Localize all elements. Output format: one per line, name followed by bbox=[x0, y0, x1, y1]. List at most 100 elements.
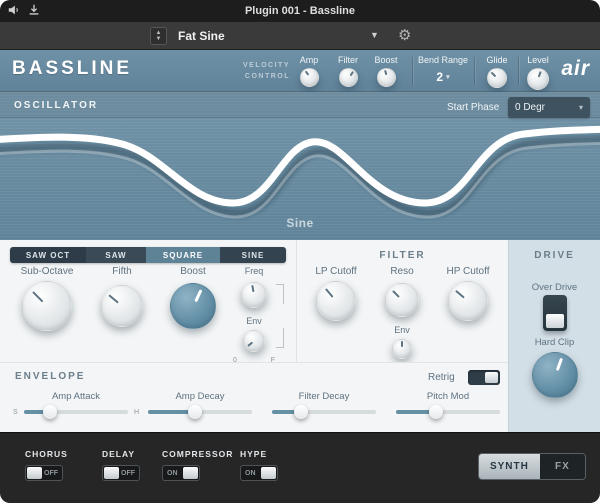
boost-knob-header[interactable] bbox=[377, 68, 396, 87]
level-knob-group: Level bbox=[521, 55, 555, 90]
compressor-group: COMPRESSOR ON bbox=[162, 449, 233, 481]
filter-panel: FILTER LP Cutoff Reso Env - + HP Cutoff bbox=[297, 240, 508, 362]
amp-knob-label: Amp bbox=[300, 55, 319, 65]
chorus-state: OFF bbox=[44, 470, 58, 477]
envelope-section: ENVELOPE Retrig Amp Attack S H Amp Decay… bbox=[0, 362, 508, 432]
boost-label: Boost bbox=[180, 266, 206, 277]
fifth-knob[interactable] bbox=[101, 285, 143, 327]
download-icon[interactable] bbox=[27, 3, 41, 17]
compressor-toggle[interactable]: ON bbox=[162, 465, 200, 481]
delay-group: DELAY OFF bbox=[102, 449, 140, 481]
reso-env-group: Reso Env - + bbox=[374, 266, 430, 371]
retrig-toggle[interactable] bbox=[468, 370, 500, 385]
overdrive-hardclip-switch[interactable] bbox=[543, 295, 567, 331]
header-divider bbox=[412, 57, 413, 85]
freq-knob[interactable] bbox=[241, 282, 267, 308]
glide-knob-label: Glide bbox=[486, 55, 507, 65]
delay-state: OFF bbox=[121, 470, 135, 477]
velocity-control-label: VELOCITY CONTROL bbox=[238, 61, 290, 82]
delay-label: DELAY bbox=[102, 449, 140, 459]
fx-button[interactable]: FX bbox=[540, 454, 585, 479]
start-phase-value: 0 Degr bbox=[515, 102, 545, 113]
window-title: Plugin 001 - Bassline bbox=[0, 5, 600, 17]
compressor-state: ON bbox=[167, 470, 178, 477]
toggle-knob bbox=[104, 467, 119, 479]
amp-attack-thumb[interactable] bbox=[43, 405, 57, 419]
fx-bar: CHORUS OFF DELAY OFF COMPRESSOR ON HYPE … bbox=[0, 432, 600, 503]
speaker-icon[interactable] bbox=[7, 3, 21, 17]
sub-octave-group: Sub-Octave bbox=[10, 266, 84, 331]
drive-knob[interactable] bbox=[532, 352, 578, 398]
bend-range-label: Bend Range bbox=[418, 55, 468, 65]
start-phase-select[interactable]: 0 Degr ▾ bbox=[508, 97, 590, 118]
freq-label: Freq bbox=[245, 266, 264, 276]
lp-cutoff-group: LP Cutoff bbox=[306, 266, 366, 321]
osc-env-label: Env bbox=[246, 316, 262, 326]
fifth-group: Fifth bbox=[88, 266, 156, 327]
tab-square[interactable]: SQUARE bbox=[146, 247, 220, 263]
tab-saw-oct[interactable]: SAW OCT bbox=[10, 247, 86, 263]
filter-title: FILTER bbox=[297, 250, 508, 261]
tab-sine[interactable]: SINE bbox=[220, 247, 286, 263]
tab-saw[interactable]: SAW bbox=[86, 247, 146, 263]
velocity-label: VELOCITY bbox=[238, 61, 290, 72]
level-knob[interactable] bbox=[527, 68, 549, 90]
boost-knob[interactable] bbox=[170, 283, 216, 329]
hype-state: ON bbox=[245, 470, 256, 477]
amp-attack-track[interactable] bbox=[24, 410, 128, 414]
oscillator-controls-panel: SAW OCT SAW SQUARE SINE Sub-Octave Fifth… bbox=[0, 240, 296, 362]
waveform-tabbar: SAW OCT SAW SQUARE SINE bbox=[10, 247, 286, 263]
retrig-label: Retrig bbox=[428, 372, 455, 383]
amp-knob-group: Amp bbox=[289, 55, 329, 87]
chorus-toggle[interactable]: OFF bbox=[25, 465, 63, 481]
boost-knob-label: Boost bbox=[374, 55, 397, 65]
bend-range-value: 2 bbox=[436, 70, 443, 84]
pitch-mod-thumb[interactable] bbox=[429, 405, 443, 419]
amp-decay-track[interactable] bbox=[148, 410, 252, 414]
filter-decay-thumb[interactable] bbox=[294, 405, 308, 419]
hard-clip-label: Hard Clip bbox=[509, 337, 600, 348]
envelope-title: ENVELOPE bbox=[15, 371, 85, 382]
synth-button[interactable]: SYNTH bbox=[479, 454, 540, 479]
filter-env-label: Env bbox=[394, 325, 410, 335]
preset-caret-icon[interactable]: ▼ bbox=[370, 30, 379, 40]
amp-decay-thumb[interactable] bbox=[188, 405, 202, 419]
delay-toggle[interactable]: OFF bbox=[102, 465, 140, 481]
sub-octave-knob[interactable] bbox=[22, 281, 72, 331]
filter-env-knob[interactable] bbox=[392, 339, 412, 359]
hp-cutoff-knob[interactable] bbox=[448, 281, 488, 321]
fifth-label: Fifth bbox=[112, 266, 131, 277]
titlebar-icons bbox=[7, 3, 41, 17]
header-divider bbox=[474, 57, 475, 85]
stepper-down-icon[interactable]: ▼ bbox=[156, 36, 162, 42]
pitch-mod-track[interactable] bbox=[396, 410, 500, 414]
drive-title: DRIVE bbox=[509, 250, 600, 261]
amp-attack-min-label: S bbox=[13, 409, 18, 416]
env-bracket bbox=[276, 328, 284, 348]
hype-toggle[interactable]: ON bbox=[240, 465, 278, 481]
preset-stepper[interactable]: ▲ ▼ bbox=[150, 27, 167, 45]
glide-knob[interactable] bbox=[487, 68, 507, 88]
amp-decay-label: Amp Decay bbox=[148, 391, 252, 402]
wave-name-label: Sine bbox=[0, 216, 600, 230]
osc-env-knob[interactable] bbox=[243, 330, 265, 352]
filter-decay-track[interactable] bbox=[272, 410, 376, 414]
preset-bar: ▲ ▼ Fat Sine ▼ ⚙ bbox=[0, 22, 600, 50]
bend-range-select[interactable]: 2 ▾ bbox=[436, 70, 449, 84]
header-divider bbox=[518, 57, 519, 85]
freq-env-group: Freq Env 0 F bbox=[228, 266, 280, 364]
caret-down-icon: ▾ bbox=[579, 103, 583, 112]
amp-attack-max-label: H bbox=[134, 409, 139, 416]
gear-icon[interactable]: ⚙ bbox=[398, 26, 411, 44]
filter-knob-group: Filter bbox=[328, 55, 368, 87]
oscillator-section: OSCILLATOR Start Phase 0 Degr ▾ Sine bbox=[0, 92, 600, 240]
air-logo: air bbox=[561, 57, 590, 81]
lp-cutoff-knob[interactable] bbox=[316, 281, 356, 321]
reso-knob[interactable] bbox=[385, 283, 419, 317]
oscillator-title: OSCILLATOR bbox=[14, 100, 98, 111]
toggle-knob bbox=[261, 467, 276, 479]
amp-knob[interactable] bbox=[300, 68, 319, 87]
start-phase-label: Start Phase bbox=[447, 102, 499, 113]
preset-name[interactable]: Fat Sine bbox=[178, 29, 225, 43]
filter-knob[interactable] bbox=[339, 68, 358, 87]
